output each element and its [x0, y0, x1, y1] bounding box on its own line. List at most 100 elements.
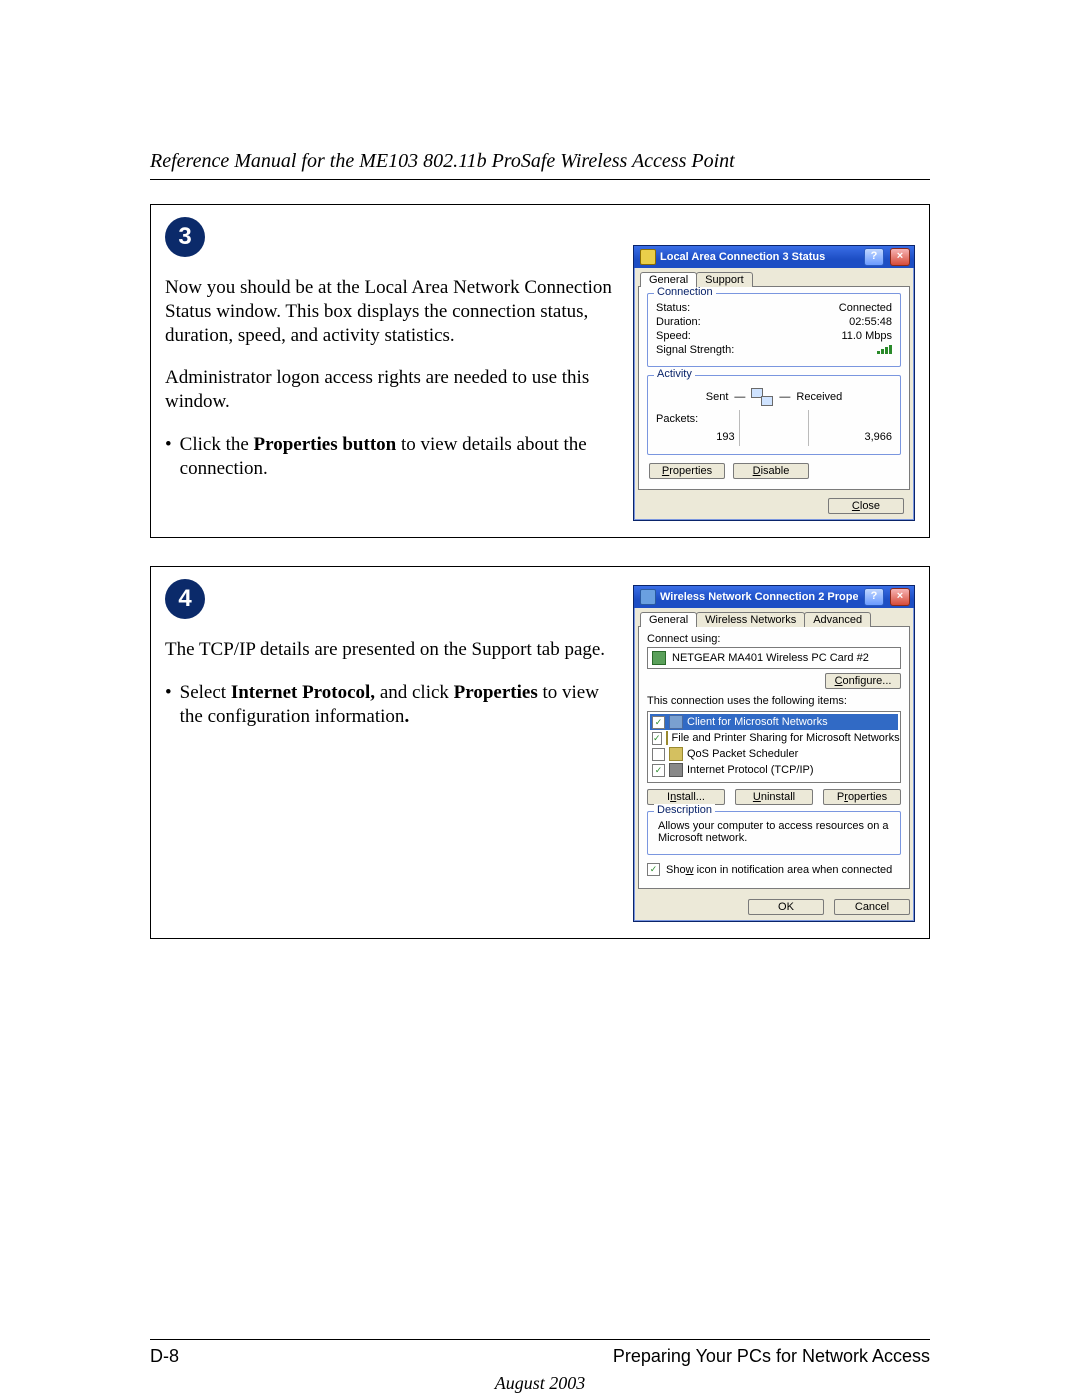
- bullet-dot-icon: •: [165, 433, 172, 481]
- component-icon: [669, 715, 683, 729]
- lan-status-title: Local Area Connection 3 Status: [660, 251, 858, 263]
- component-icon: [669, 747, 683, 761]
- running-head: Reference Manual for the ME103 802.11b P…: [150, 150, 930, 173]
- component-icon: [669, 763, 683, 777]
- component-icon: [666, 731, 668, 745]
- show-icon-checkbox-row[interactable]: ✓ Show icon in notification area when co…: [647, 863, 901, 876]
- window-help-button[interactable]: ?: [864, 588, 884, 606]
- page: Reference Manual for the ME103 802.11b P…: [0, 0, 1080, 1397]
- step-3-box: 3 Now you should be at the Local Area Ne…: [150, 204, 930, 538]
- close-button[interactable]: CloseClose: [828, 498, 904, 514]
- list-item-tcpip[interactable]: ✓ Internet Protocol (TCP/IP): [650, 762, 898, 778]
- duration-value: 02:55:48: [849, 316, 892, 328]
- properties-button[interactable]: PPropertiesroperties: [649, 463, 725, 479]
- disable-button[interactable]: DisableDisable: [733, 463, 809, 479]
- description-text: Allows your computer to access resources…: [656, 818, 892, 846]
- speed-value: 11.0 Mbps: [841, 330, 892, 342]
- packets-sent-value: 193: [656, 431, 735, 443]
- list-item-fileprint[interactable]: ✓ File and Printer Sharing for Microsoft…: [650, 730, 898, 746]
- activity-computers-icon: [751, 388, 773, 406]
- step-4-bullet-mid: and click: [375, 682, 454, 703]
- status-value: Connected: [839, 302, 892, 314]
- install-button[interactable]: Install...Install...: [647, 789, 725, 805]
- checkbox-icon[interactable]: ✓: [652, 716, 665, 729]
- lan-status-tabs: General Support: [638, 272, 910, 287]
- activity-sent-label: Sent: [706, 391, 729, 403]
- wlan-properties-panel: Connect using: NETGEAR MA401 Wireless PC…: [638, 626, 910, 889]
- adapter-field: NETGEAR MA401 Wireless PC Card #2: [647, 647, 901, 669]
- connect-using-label: Connect using:: [647, 633, 901, 645]
- step-3-para-1: Now you should be at the Local Area Netw…: [165, 276, 615, 347]
- configure-button[interactable]: Configure...Configure...: [825, 673, 901, 689]
- component-properties-button[interactable]: PropertiesProperties: [823, 789, 901, 805]
- tab-wireless-networks[interactable]: Wireless Networks: [696, 612, 805, 627]
- step-4-bullet-bold-2: Properties: [454, 682, 538, 703]
- adapter-icon: [652, 651, 666, 665]
- item-4-label: Internet Protocol (TCP/IP): [687, 764, 814, 776]
- components-list[interactable]: ✓ Client for Microsoft Networks ✓ File a…: [647, 711, 901, 783]
- wlan-properties-title: Wireless Network Connection 2 Properties: [660, 591, 858, 603]
- step-4-text-col: 4 The TCP/IP details are presented on th…: [165, 579, 615, 728]
- activity-received-label: Received: [796, 391, 842, 403]
- window-icon: [640, 249, 656, 265]
- group-connection: Connection Status:Connected Duration:02:…: [647, 293, 901, 367]
- uninstall-button[interactable]: UninstallUninstall: [735, 789, 813, 805]
- wlan-properties-titlebar[interactable]: Wireless Network Connection 2 Properties…: [634, 586, 914, 608]
- list-item-qos[interactable]: QoS Packet Scheduler: [650, 746, 898, 762]
- description-group: Description Allows your computer to acce…: [647, 811, 901, 855]
- packets-recv-value: 3,966: [813, 431, 892, 443]
- header-rule: [150, 179, 930, 180]
- wlan-properties-tabs: General Wireless Networks Advanced: [638, 612, 910, 627]
- checkbox-icon[interactable]: [652, 748, 665, 761]
- window-help-button[interactable]: ?: [864, 248, 884, 266]
- lan-status-panel: Connection Status: Connected Duration: 02:…: [638, 286, 910, 490]
- duration-label: Duration:: [656, 316, 701, 328]
- items-label: This connection uses the following items…: [647, 695, 901, 707]
- item-3-label: QoS Packet Scheduler: [687, 748, 798, 760]
- group-activity-title: Activity: [654, 368, 695, 380]
- cancel-button[interactable]: Cancel: [834, 899, 910, 915]
- checkbox-icon[interactable]: ✓: [652, 764, 665, 777]
- tab-general[interactable]: General: [640, 272, 697, 287]
- step-4-para-1: The TCP/IP details are presented on the …: [165, 638, 615, 662]
- window-close-button[interactable]: ×: [890, 588, 910, 606]
- signal-label: Signal Strength:: [656, 344, 734, 356]
- step-4-bullet: • Select Internet Protocol, and click Pr…: [165, 681, 615, 729]
- ok-button[interactable]: OK: [748, 899, 824, 915]
- checkbox-icon[interactable]: ✓: [647, 863, 660, 876]
- step-4-bullet-pre: Select: [180, 682, 231, 703]
- step-4-badge: 4: [165, 579, 205, 619]
- group-activity: Activity Sent — — Received Packets:: [647, 375, 901, 455]
- wlan-properties-window: Wireless Network Connection 2 Properties…: [633, 585, 915, 922]
- window-close-button[interactable]: ×: [890, 248, 910, 266]
- step-4-box: 4 The TCP/IP details are presented on th…: [150, 566, 930, 939]
- status-label: Status:: [656, 302, 690, 314]
- item-2-label: File and Printer Sharing for Microsoft N…: [672, 732, 900, 744]
- step-4-bullet-period: .: [404, 706, 409, 727]
- step-3-bullet-bold: Properties button: [254, 434, 397, 455]
- group-connection-title: Connection: [654, 286, 716, 298]
- footer-rule: [150, 1339, 930, 1340]
- description-title: Description: [654, 804, 715, 816]
- tab-advanced[interactable]: Advanced: [804, 612, 871, 627]
- footer-page-number: D-8: [150, 1346, 179, 1367]
- footer-section: Preparing Your PCs for Network Access: [613, 1346, 930, 1367]
- step-3-bullet: • Click the Properties button to view de…: [165, 433, 615, 481]
- lan-status-window: Local Area Connection 3 Status ? × Gener…: [633, 245, 915, 521]
- footer-row: D-8 Preparing Your PCs for Network Acces…: [150, 1346, 930, 1367]
- adapter-name: NETGEAR MA401 Wireless PC Card #2: [672, 652, 869, 664]
- step-3-badge: 3: [165, 217, 205, 257]
- packets-label: Packets:: [656, 413, 735, 425]
- checkbox-icon[interactable]: ✓: [652, 732, 662, 745]
- item-1-label: Client for Microsoft Networks: [687, 716, 828, 728]
- speed-label: Speed:: [656, 330, 691, 342]
- signal-bars-icon: [877, 344, 892, 354]
- lan-status-titlebar[interactable]: Local Area Connection 3 Status ? ×: [634, 246, 914, 268]
- step-3-bullet-pre: Click the: [180, 434, 254, 455]
- list-item-client[interactable]: ✓ Client for Microsoft Networks: [650, 714, 898, 730]
- window-icon: [640, 589, 656, 605]
- step-4-bullet-bold-1: Internet Protocol,: [231, 682, 375, 703]
- tab-general[interactable]: General: [640, 612, 697, 627]
- tab-support[interactable]: Support: [696, 272, 753, 287]
- step-3-text-col: 3 Now you should be at the Local Area Ne…: [165, 217, 615, 480]
